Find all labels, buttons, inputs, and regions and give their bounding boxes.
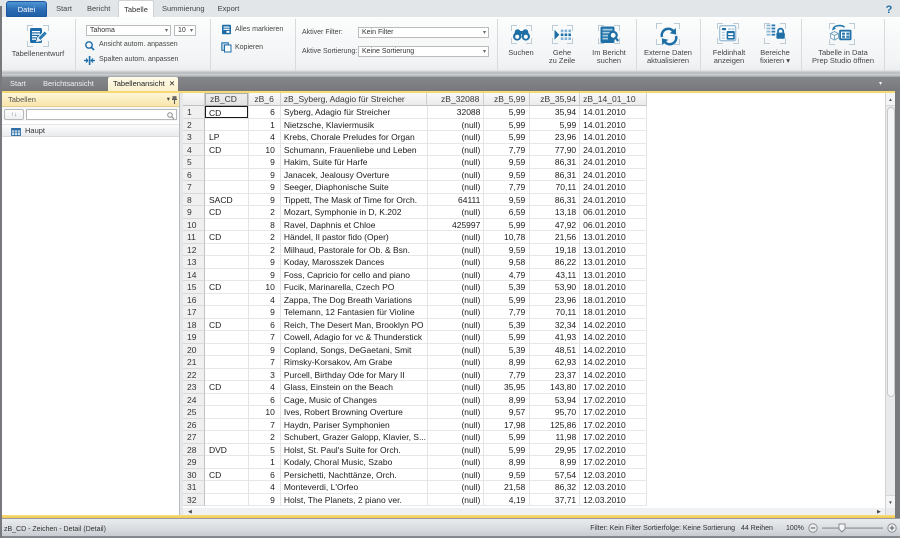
svg-text:?: ? bbox=[886, 4, 893, 15]
